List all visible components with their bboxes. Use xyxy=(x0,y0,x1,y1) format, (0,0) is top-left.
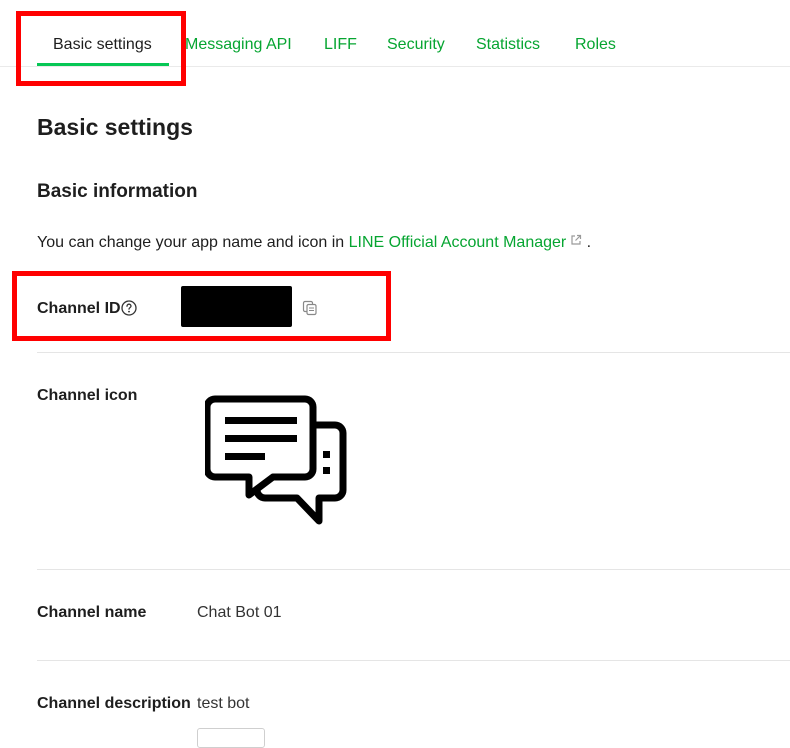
tab-liff[interactable]: LIFF xyxy=(324,35,357,55)
tab-basic-settings[interactable]: Basic settings xyxy=(53,35,152,55)
tab-statistics[interactable]: Statistics xyxy=(476,35,540,55)
edit-button[interactable] xyxy=(197,728,265,748)
basic-info-description: You can change your app name and icon in… xyxy=(37,232,591,253)
channel-id-label: Channel ID xyxy=(37,300,121,317)
chat-bubbles-icon xyxy=(203,395,349,527)
section-title-basic-information: Basic information xyxy=(37,181,198,202)
channel-description-value: test bot xyxy=(197,695,250,712)
official-account-manager-link[interactable]: LINE Official Account Manager xyxy=(349,234,583,251)
official-account-manager-link-text: LINE Official Account Manager xyxy=(348,234,567,251)
info-prefix-text: You can change your app name and icon in xyxy=(37,234,349,251)
tab-security[interactable]: Security xyxy=(387,35,445,55)
channel-name-value: Chat Bot 01 xyxy=(197,604,282,621)
channel-icon-label: Channel icon xyxy=(37,387,138,404)
channel-name-label: Channel name xyxy=(37,604,147,621)
external-link-icon xyxy=(570,232,582,252)
copy-icon[interactable] xyxy=(302,300,318,316)
tab-roles[interactable]: Roles xyxy=(575,35,616,55)
help-circle-icon[interactable] xyxy=(121,300,137,316)
info-suffix-text: . xyxy=(582,234,592,251)
tab-bar: Basic settings Messaging API LIFF Securi… xyxy=(0,0,790,67)
divider xyxy=(37,352,790,353)
divider xyxy=(37,569,790,570)
channel-description-label: Channel description xyxy=(37,695,191,712)
channel-id-value-redacted xyxy=(181,286,292,327)
active-tab-indicator xyxy=(37,63,169,66)
page-title: Basic settings xyxy=(37,114,193,140)
tab-messaging-api[interactable]: Messaging API xyxy=(185,35,292,55)
divider xyxy=(37,660,790,661)
